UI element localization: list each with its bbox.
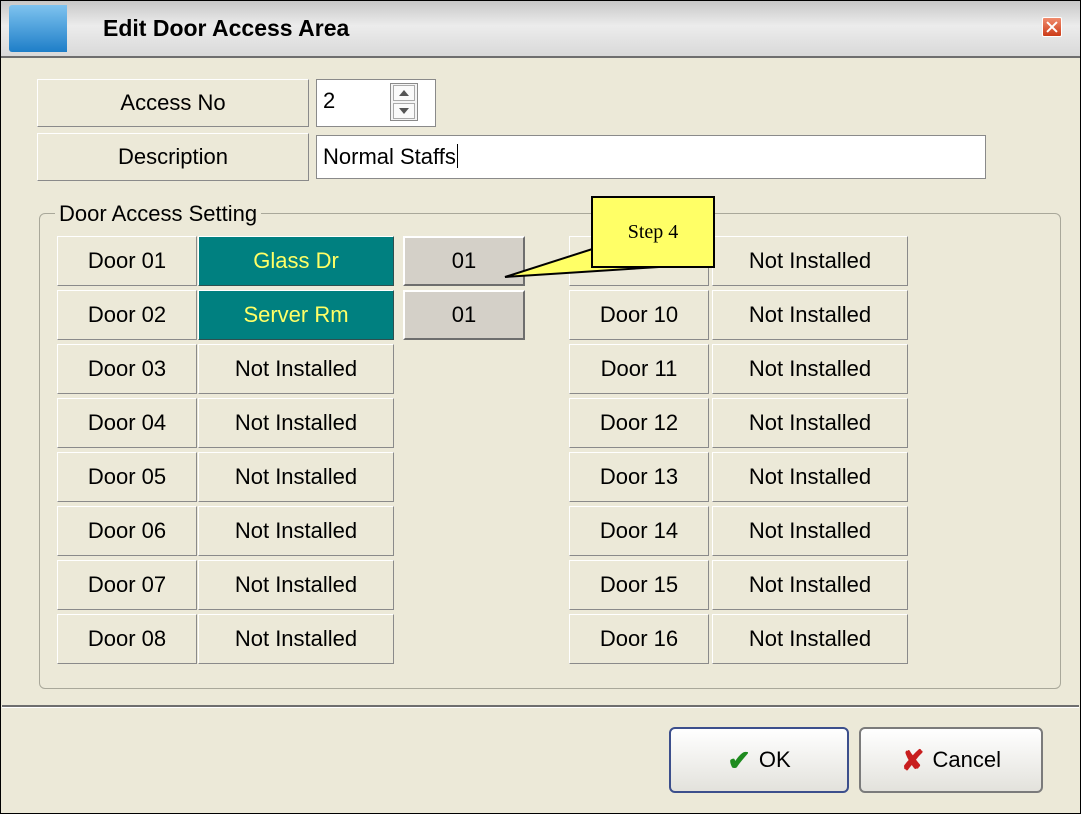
door-name-cell[interactable]: Not Installed — [712, 398, 908, 448]
door-label: Door 05 — [57, 452, 197, 502]
spin-buttons — [390, 83, 418, 121]
cross-icon: ✘ — [901, 744, 925, 776]
cancel-label: Cancel — [932, 747, 1001, 772]
description-field[interactable]: Normal Staffs — [316, 135, 986, 179]
door-name-cell[interactable]: Not Installed — [198, 560, 394, 610]
door-name-cell[interactable]: Not Installed — [198, 506, 394, 556]
door-label: Door 02 — [57, 290, 197, 340]
door-label: Door 13 — [569, 452, 709, 502]
ok-label: OK — [758, 747, 791, 772]
cancel-button[interactable]: ✘ Cancel — [859, 727, 1043, 793]
door-name-cell[interactable]: Not Installed — [198, 398, 394, 448]
door-name-cell[interactable]: Not Installed — [198, 344, 394, 394]
bottom-divider — [2, 705, 1079, 708]
door-name-cell[interactable]: Not Installed — [712, 236, 908, 286]
door-label: Door 06 — [57, 506, 197, 556]
door-name-cell[interactable]: Not Installed — [712, 614, 908, 664]
close-icon[interactable] — [1042, 17, 1062, 37]
access-no-value: 2 — [323, 88, 336, 113]
door-label: Door 16 — [569, 614, 709, 664]
door-label: Door 12 — [569, 398, 709, 448]
door-code-button[interactable]: 01 — [403, 290, 525, 340]
door-label: Door 10 — [569, 290, 709, 340]
door-label: Door 15 — [569, 560, 709, 610]
group-legend: Door Access Setting — [55, 201, 262, 227]
door-code-button[interactable]: 01 — [403, 236, 525, 286]
door-name-cell[interactable]: Not Installed — [712, 290, 908, 340]
door-label: Door 07 — [57, 560, 197, 610]
door-name-cell[interactable]: Server Rm — [198, 290, 394, 340]
edit-door-access-dialog: Edit Door Access Area Access No 2 Descri… — [0, 0, 1081, 814]
door-name-cell[interactable]: Not Installed — [198, 452, 394, 502]
step-callout: Step 4 — [591, 196, 715, 268]
check-icon: ✔ — [727, 744, 751, 776]
door-label: Door 03 — [57, 344, 197, 394]
access-no-stepper[interactable]: 2 — [316, 79, 436, 127]
access-no-label: Access No — [37, 79, 309, 127]
door-name-cell[interactable]: Not Installed — [712, 506, 908, 556]
door-name-cell[interactable]: Not Installed — [712, 560, 908, 610]
door-label: Door 01 — [57, 236, 197, 286]
door-name-cell[interactable]: Not Installed — [712, 344, 908, 394]
door-label: Door 11 — [569, 344, 709, 394]
door-label: Door 04 — [57, 398, 197, 448]
title-bar-accent — [9, 5, 67, 52]
description-label: Description — [37, 133, 309, 181]
spin-up-icon[interactable] — [393, 85, 415, 101]
text-caret — [456, 144, 458, 168]
door-name-cell[interactable]: Not Installed — [198, 614, 394, 664]
door-label: Door 08 — [57, 614, 197, 664]
ok-button[interactable]: ✔ OK — [669, 727, 849, 793]
door-name-cell[interactable]: Glass Dr — [198, 236, 394, 286]
spin-down-icon[interactable] — [393, 103, 415, 119]
door-name-cell[interactable]: Not Installed — [712, 452, 908, 502]
window-title: Edit Door Access Area — [103, 15, 350, 41]
description-value: Normal Staffs — [323, 144, 456, 169]
title-bar: Edit Door Access Area — [1, 1, 1080, 58]
door-label: Door 14 — [569, 506, 709, 556]
